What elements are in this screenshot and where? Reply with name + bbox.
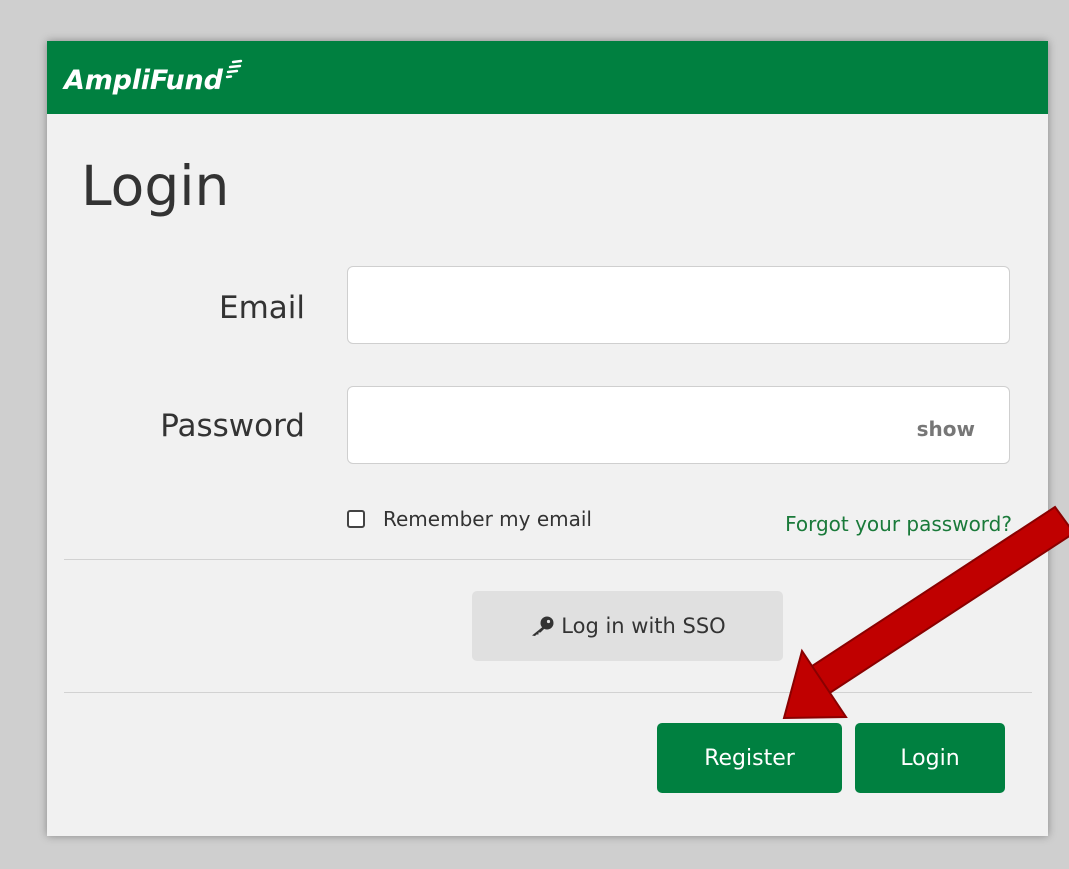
logo-lines-icon [225,59,242,79]
password-label: Password [160,408,305,444]
amplifund-logo: AmpliFund [64,59,243,96]
register-button[interactable]: Register [657,723,842,793]
brand-header: AmpliFund [47,41,1048,114]
forgot-password-link[interactable]: Forgot your password? [785,512,1012,536]
password-field[interactable]: show [347,386,1010,464]
login-button[interactable]: Login [855,723,1005,793]
divider [64,559,1032,560]
remember-email[interactable]: Remember my email [347,507,592,531]
remember-email-label: Remember my email [383,507,592,531]
login-card: AmpliFund Login Email Password show Reme… [47,41,1048,836]
email-field[interactable] [347,266,1010,344]
sso-login-button[interactable]: Log in with SSO [472,591,783,661]
sso-button-label: Log in with SSO [561,614,726,638]
show-password-toggle[interactable]: show [917,417,975,441]
remember-email-checkbox[interactable] [347,510,365,528]
key-icon [532,616,554,636]
divider [64,692,1032,693]
page-title: Login [81,154,230,218]
email-label: Email [218,290,305,326]
logo-text: AmpliFund [64,65,223,96]
